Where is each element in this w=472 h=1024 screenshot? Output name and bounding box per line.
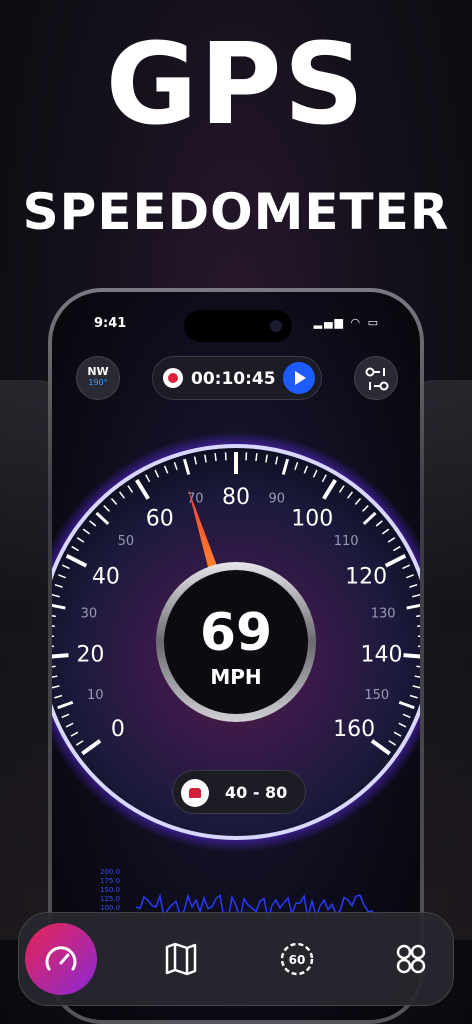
tab-more[interactable] — [375, 923, 447, 995]
compass-button[interactable]: NW 190° — [76, 356, 120, 400]
speed-limit-icon: 60 — [280, 942, 314, 976]
tab-map[interactable] — [145, 923, 217, 995]
graph-y-label: 100.0 — [100, 904, 120, 912]
major-tick-label: 140 — [361, 642, 403, 667]
speedometer-icon — [45, 946, 77, 971]
speed-limit-badge: 60 — [289, 953, 306, 967]
major-tick — [52, 653, 69, 659]
minor-tick — [417, 625, 420, 628]
minor-tick-label: 30 — [81, 607, 98, 622]
major-tick-label: 160 — [333, 717, 375, 742]
phone-screen: 9:41 ▂▄▆ ◠ ▭ NW 190° 00:10:45 0 20 40 60… — [52, 292, 420, 1020]
major-tick-label: 0 — [111, 717, 125, 742]
major-tick-label: 20 — [76, 642, 104, 667]
major-tick-label: 120 — [345, 565, 387, 590]
map-icon — [165, 942, 197, 976]
timer-text: 00:10:45 — [191, 369, 276, 389]
camera-icon — [270, 320, 282, 332]
tab-speedometer[interactable] — [25, 923, 97, 995]
record-icon[interactable] — [163, 368, 183, 388]
trip-timer: 00:10:45 — [152, 356, 322, 400]
major-tick-label: 60 — [146, 507, 174, 532]
speed-unit: MPH — [210, 665, 261, 689]
grid-icon — [396, 944, 426, 974]
car-speed-icon — [181, 779, 209, 807]
graph-y-label: 150.0 — [100, 886, 120, 894]
minor-tick — [214, 453, 217, 462]
major-tick — [403, 653, 420, 659]
graph-y-label: 125.0 — [100, 895, 120, 903]
major-tick-label: 40 — [92, 565, 120, 590]
route-button[interactable] — [354, 356, 398, 400]
minor-tick-label: 90 — [268, 492, 285, 507]
major-tick-label: 80 — [222, 485, 250, 510]
bottom-tab-bar: 60 — [18, 912, 454, 1006]
headline-subtitle: SPEEDOMETER — [22, 183, 450, 241]
headline-title: GPS — [105, 20, 367, 150]
graph-y-label: 200.0 — [100, 868, 120, 876]
compass-degrees: 190° — [88, 378, 108, 387]
dynamic-island — [184, 310, 292, 342]
major-tick-label: 100 — [291, 507, 333, 532]
minor-tick-label: 150 — [364, 688, 389, 703]
speed-value: 69 — [200, 603, 272, 663]
tab-speed-limit[interactable]: 60 — [261, 923, 333, 995]
minor-tick-label: 50 — [118, 534, 135, 549]
compass-direction: NW — [87, 365, 109, 378]
graph-y-label: 175.0 — [100, 877, 120, 885]
play-button[interactable] — [283, 362, 315, 394]
route-icon — [365, 367, 389, 391]
status-icons: ▂▄▆ ◠ ▭ — [313, 316, 380, 329]
range-text: 40 - 80 — [225, 783, 288, 802]
minor-tick — [52, 625, 55, 628]
speed-range-pill[interactable]: 40 - 80 — [172, 770, 306, 814]
minor-tick-label: 130 — [371, 607, 396, 622]
minor-tick-label: 110 — [334, 534, 359, 549]
status-time: 9:41 — [94, 316, 127, 331]
minor-tick — [255, 453, 258, 462]
minor-tick-label: 10 — [87, 688, 104, 703]
